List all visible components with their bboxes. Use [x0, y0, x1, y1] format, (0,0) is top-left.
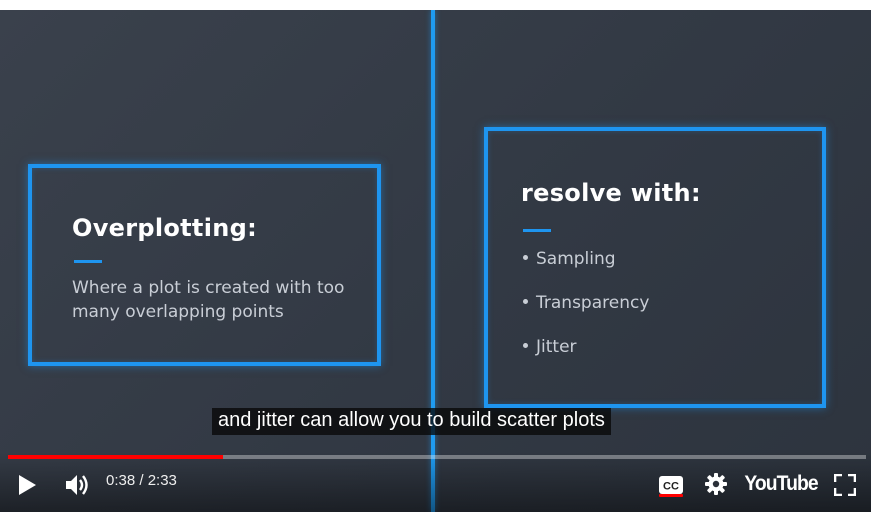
volume-button[interactable] [62, 470, 94, 500]
gear-icon [705, 473, 727, 495]
fullscreen-icon [834, 474, 856, 496]
slide-divider-line [431, 10, 435, 512]
list-item: Sampling [523, 247, 649, 291]
youtube-logo[interactable]: YouTube [744, 468, 818, 500]
play-button[interactable] [12, 470, 42, 500]
title-accent-line [74, 260, 102, 263]
title-accent-line [523, 229, 551, 232]
settings-button[interactable] [701, 468, 731, 500]
progress-bar[interactable] [8, 455, 866, 459]
volume-icon [66, 475, 88, 495]
overplotting-description: Where a plot is created with too many ov… [72, 278, 345, 322]
time-display: 0:38 / 2:33 [106, 472, 177, 489]
list-item: Transparency [523, 291, 649, 335]
bullet-icon [523, 298, 528, 304]
subtitles-active-indicator [659, 494, 683, 497]
bullet-icon [523, 342, 528, 348]
overplotting-title: Overplotting: [72, 214, 257, 242]
bullet-icon [523, 254, 528, 260]
svg-text:CC: CC [663, 481, 679, 493]
fullscreen-button[interactable] [830, 470, 860, 500]
subtitle-caption: and jitter can allow you to build scatte… [212, 408, 611, 435]
play-icon [19, 475, 36, 495]
progress-played [8, 455, 223, 459]
overplotting-card: Overplotting: Where a plot is created wi… [28, 164, 381, 366]
resolve-list: Sampling Transparency Jitter [523, 247, 649, 379]
video-player[interactable]: Overplotting: Where a plot is created wi… [0, 10, 871, 512]
list-item: Jitter [523, 335, 649, 379]
resolve-card: resolve with: Sampling Transparency Jitt… [484, 127, 826, 408]
closed-captions-icon: CC [659, 476, 683, 494]
resolve-title: resolve with: [521, 179, 701, 207]
